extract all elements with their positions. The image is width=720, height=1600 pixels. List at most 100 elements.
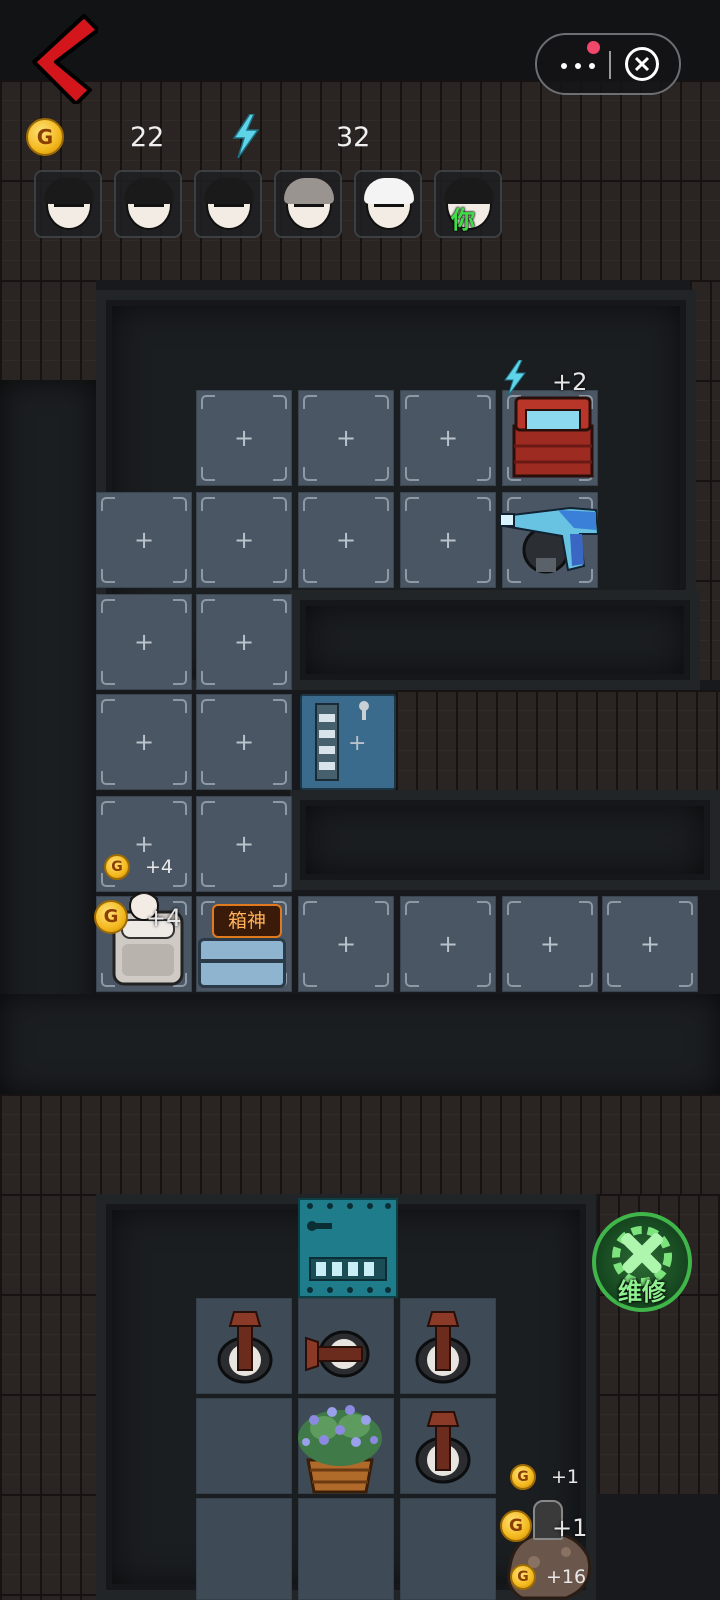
lower-floor-tile[interactable]: [400, 1498, 496, 1600]
suitcase-tag: 箱神: [212, 904, 282, 938]
brick-wall-lower-left: [0, 1194, 96, 1600]
floor-tile[interactable]: +: [96, 492, 192, 588]
floor-tile[interactable]: +: [400, 896, 496, 992]
plus-icon: +: [335, 930, 357, 958]
plus-icon: +: [233, 424, 255, 452]
floor-tile[interactable]: +: [298, 896, 394, 992]
floor-tile[interactable]: +: [196, 390, 292, 486]
repair-button[interactable]: 维修: [592, 1212, 692, 1312]
close-button[interactable]: [625, 47, 659, 81]
plus-icon: +: [437, 424, 459, 452]
svg-text:+: +: [348, 731, 366, 756]
plus-icon: +: [437, 526, 459, 554]
plus-icon: +: [335, 424, 357, 452]
eyes-icon: [294, 204, 324, 210]
chevron-left-icon: [32, 14, 100, 106]
player-portrait-you[interactable]: 你: [434, 170, 502, 238]
gold-coin-icon: G: [510, 1564, 536, 1590]
room-door[interactable]: +: [300, 694, 396, 790]
plus-icon: +: [437, 930, 459, 958]
hair-icon: [44, 178, 94, 204]
suitcase-icon[interactable]: [198, 938, 286, 988]
plus-icon: +: [335, 526, 357, 554]
gold-coin-icon: G: [510, 1464, 536, 1490]
corridor-lower-frame: [290, 790, 720, 890]
plus-icon: +: [133, 830, 155, 858]
capsule-divider: [609, 51, 611, 79]
hair-icon: [284, 178, 334, 204]
ice-gun-turret-icon[interactable]: [500, 500, 600, 580]
player-portrait-2[interactable]: [114, 170, 182, 238]
door-bars-icon: +: [315, 701, 369, 781]
bed-coin-bonus-lower: +4: [146, 904, 182, 932]
floor-tile[interactable]: +: [400, 492, 496, 588]
coin-bonus-1: +1: [551, 1466, 580, 1488]
lower-room-door[interactable]: [298, 1198, 398, 1298]
eyes-icon: [214, 204, 244, 210]
mortar-turret-icon[interactable]: [304, 1314, 370, 1392]
lower-floor-tile[interactable]: [196, 1398, 292, 1494]
floor-tile[interactable]: +: [196, 594, 292, 690]
back-button[interactable]: [26, 14, 100, 106]
repair-label: 维修: [618, 1278, 666, 1306]
plus-icon: +: [133, 526, 155, 554]
suitcase-band: [201, 959, 283, 963]
plus-icon: +: [133, 628, 155, 656]
flower-pot-icon[interactable]: [294, 1398, 386, 1498]
lower-floor-tile[interactable]: [298, 1498, 394, 1600]
lower-floor-tile[interactable]: [196, 1498, 292, 1600]
corridor-bottom-band: [0, 994, 720, 1094]
floor-tile[interactable]: +: [400, 390, 496, 486]
notification-dot: [587, 41, 600, 54]
plus-icon: +: [233, 628, 255, 656]
floor-tile[interactable]: +: [502, 896, 598, 992]
you-label: 你: [451, 206, 475, 234]
coin-glyph: G: [36, 125, 54, 149]
floor-tile[interactable]: +: [196, 492, 292, 588]
eyes-icon: [374, 204, 404, 210]
coin-bonus-2: +1: [552, 1514, 588, 1542]
plus-icon: +: [539, 930, 561, 958]
coin-glyph: G: [517, 1569, 529, 1585]
floor-tile[interactable]: +: [96, 694, 192, 790]
eyes-icon: [134, 204, 164, 210]
mortar-turret-icon[interactable]: [410, 1408, 476, 1486]
more-menu-button[interactable]: [551, 35, 613, 93]
bed-coin-bonus-upper: +4: [145, 856, 174, 878]
player-portrait-3[interactable]: [194, 170, 262, 238]
close-icon: [634, 56, 650, 72]
floor-tile[interactable]: +: [196, 796, 292, 892]
player-portrait-5[interactable]: [354, 170, 422, 238]
gold-value: 22: [130, 122, 165, 153]
floor-tile[interactable]: +: [602, 896, 698, 992]
coin-bonus-3: +16: [546, 1566, 587, 1588]
plus-icon: +: [233, 830, 255, 858]
corridor-mid-frame: [290, 590, 700, 690]
brick-wall-mid-right: [396, 690, 720, 790]
energy-value: 32: [336, 122, 371, 153]
mortar-turret-icon[interactable]: [212, 1308, 278, 1386]
gold-coin-icon: G: [26, 118, 64, 156]
energy-bolt-icon: [232, 114, 260, 158]
coin-glyph: G: [103, 906, 119, 927]
plus-icon: +: [639, 930, 661, 958]
energy-chest-icon[interactable]: [510, 390, 596, 480]
door-bars-icon: [307, 1203, 391, 1293]
floor-tile[interactable]: +: [298, 492, 394, 588]
coin-glyph: G: [509, 1516, 523, 1536]
player-portrait-4[interactable]: [274, 170, 342, 238]
gold-coin-icon: G: [94, 900, 128, 934]
mortar-turret-icon[interactable]: [410, 1308, 476, 1386]
hair-icon: [124, 178, 174, 204]
gold-coin-icon: G: [500, 1510, 532, 1542]
eyes-icon: [54, 204, 84, 210]
gold-coin-icon: G: [104, 854, 130, 880]
mini-program-capsule: [535, 33, 681, 95]
floor-tile[interactable]: +: [298, 390, 394, 486]
plus-icon: +: [133, 728, 155, 756]
floor-tile[interactable]: +: [196, 694, 292, 790]
player-portrait-1[interactable]: [34, 170, 102, 238]
brick-wall-lower-band: [0, 1094, 720, 1194]
plus-icon: +: [233, 728, 255, 756]
floor-tile[interactable]: +: [96, 594, 192, 690]
